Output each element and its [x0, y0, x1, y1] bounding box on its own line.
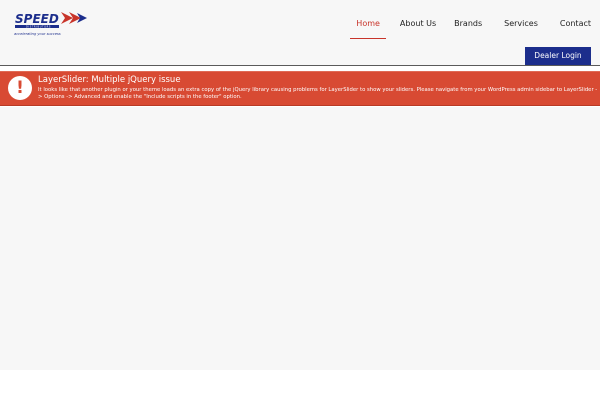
layerslider-alert: ! LayerSlider: Multiple jQuery issue It …: [0, 71, 600, 106]
site-header: SPEED DISTRIBUTORS accelerating your suc…: [0, 0, 600, 66]
exclamation-icon: !: [8, 76, 32, 100]
logo-wordmark: SPEED: [15, 12, 59, 26]
site-logo[interactable]: SPEED DISTRIBUTORS accelerating your suc…: [11, 10, 89, 40]
alert-title: LayerSlider: Multiple jQuery issue: [38, 75, 181, 85]
speed-logo-graphic: SPEED DISTRIBUTORS accelerating your suc…: [14, 12, 87, 36]
alert-message: It looks like that another plugin or you…: [38, 87, 598, 100]
nav-services[interactable]: Services: [496, 15, 546, 33]
nav-about-us[interactable]: About Us: [392, 15, 444, 33]
dealer-login-button[interactable]: Dealer Login: [525, 47, 591, 65]
main-nav: Home About Us Brands Services Contact: [348, 14, 600, 39]
logo-tagline: accelerating your success: [14, 32, 61, 36]
nav-contact[interactable]: Contact: [552, 15, 600, 33]
page-bottom-strip: [0, 370, 600, 400]
nav-brands[interactable]: Brands: [446, 15, 490, 33]
logo-subtext: DISTRIBUTORS: [26, 26, 51, 29]
page-content-area: [0, 107, 600, 370]
nav-home[interactable]: Home: [348, 15, 388, 39]
